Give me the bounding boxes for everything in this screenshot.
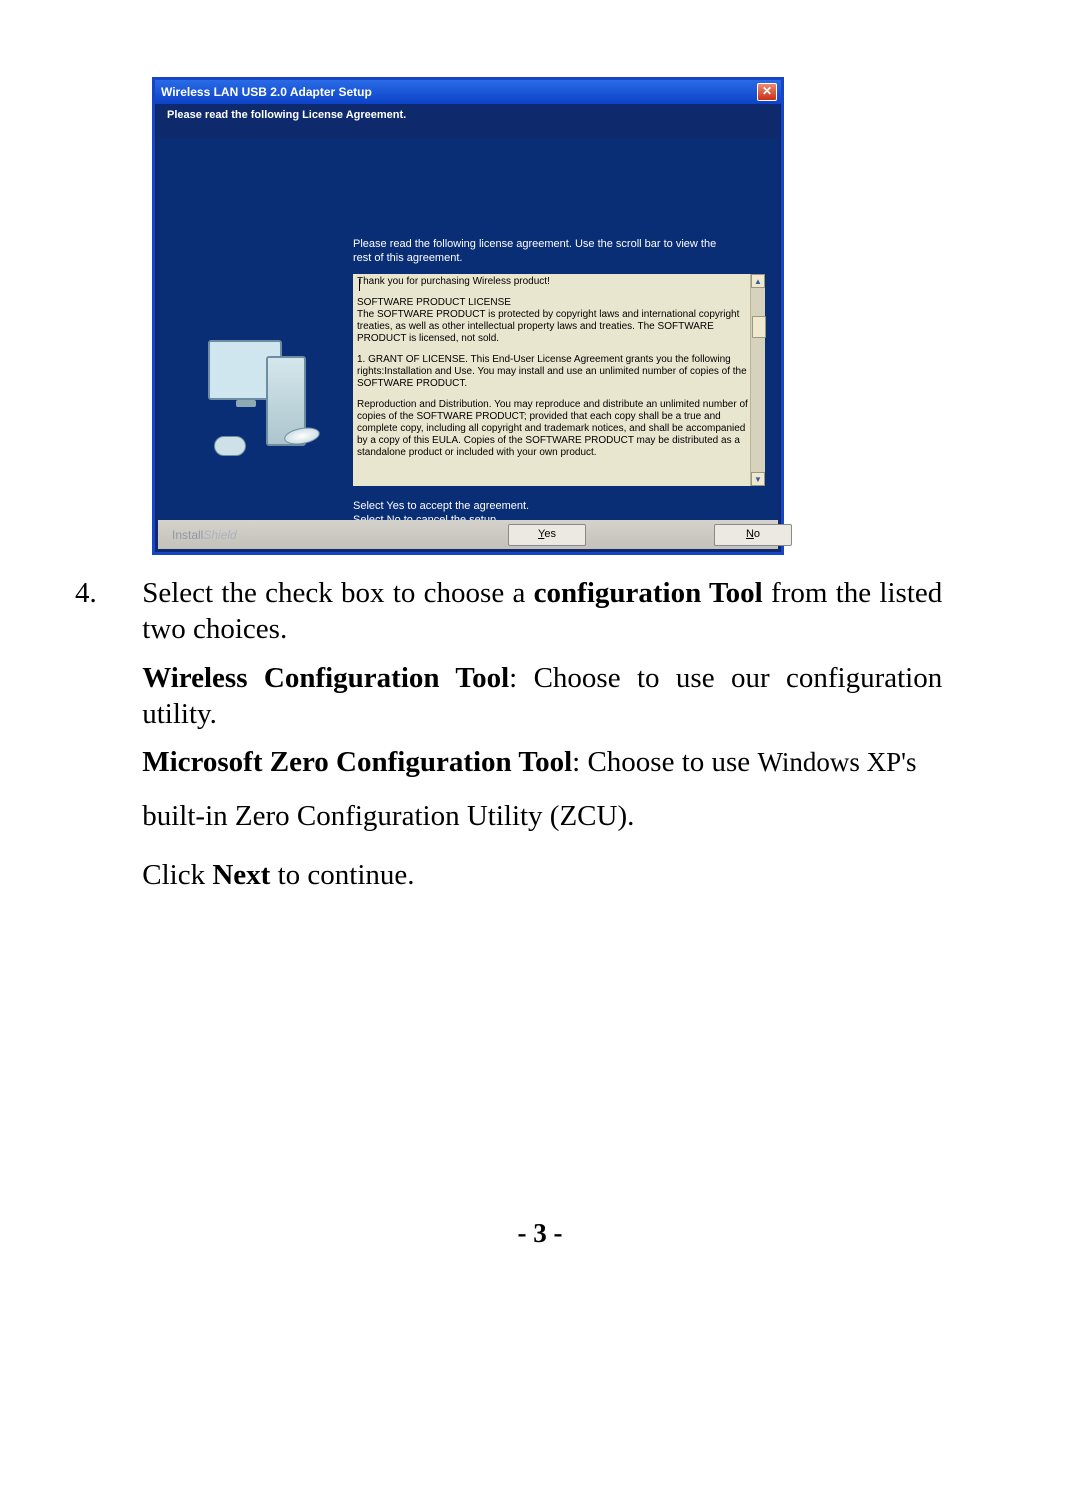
installer-window: Wireless LAN USB 2.0 Adapter Setup ✕ Ple… [152, 77, 784, 555]
computer-illustration [188, 328, 318, 458]
scroll-thumb[interactable] [752, 316, 766, 338]
dialog-footer: InstallShield Yes No [158, 520, 778, 549]
scroll-up-icon[interactable]: ▲ [751, 274, 765, 288]
license-content: Thank you for purchasing Wireless produc… [357, 276, 751, 484]
eula-line: Thank you for purchasing Wireless produc… [357, 276, 751, 288]
installshield-brand: InstallShield [172, 528, 237, 542]
lead-text: Please read the following license agreem… [353, 238, 723, 266]
no-button[interactable]: No [714, 524, 792, 546]
mzc-text: Microsoft Zero Configuration Tool: Choos… [142, 744, 942, 780]
license-textbox[interactable]: Thank you for purchasing Wireless produc… [353, 274, 765, 486]
page-number: - 3 - [0, 1218, 1080, 1249]
eula-line: 1. GRANT OF LICENSE. This End-User Licen… [357, 354, 751, 390]
eula-line: Reproduction and Distribution. You may r… [357, 399, 751, 459]
step-number: 4. [75, 575, 135, 611]
scrollbar[interactable]: ▲ ▼ [750, 274, 765, 486]
document-body: 4. Select the check box to choose a conf… [75, 575, 945, 905]
text-caret [359, 279, 360, 291]
next-text: Click Next to continue. [142, 857, 942, 893]
wct-text: Wireless Configuration Tool: Choose to u… [142, 660, 942, 733]
window-title: Wireless LAN USB 2.0 Adapter Setup [161, 85, 372, 99]
close-icon[interactable]: ✕ [757, 83, 777, 101]
dialog-body: Please read the following license agreem… [158, 138, 778, 520]
scroll-down-icon[interactable]: ▼ [751, 472, 765, 486]
eula-line: SOFTWARE PRODUCT LICENSE The SOFTWARE PR… [357, 297, 751, 345]
subheader: Please read the following License Agreem… [155, 104, 781, 126]
titlebar: Wireless LAN USB 2.0 Adapter Setup ✕ [155, 80, 781, 104]
step-text: Select the check box to choose a configu… [142, 575, 942, 648]
zcu-text: built-in Zero Configuration Utility (ZCU… [142, 798, 942, 834]
yes-button[interactable]: Yes [508, 524, 586, 546]
